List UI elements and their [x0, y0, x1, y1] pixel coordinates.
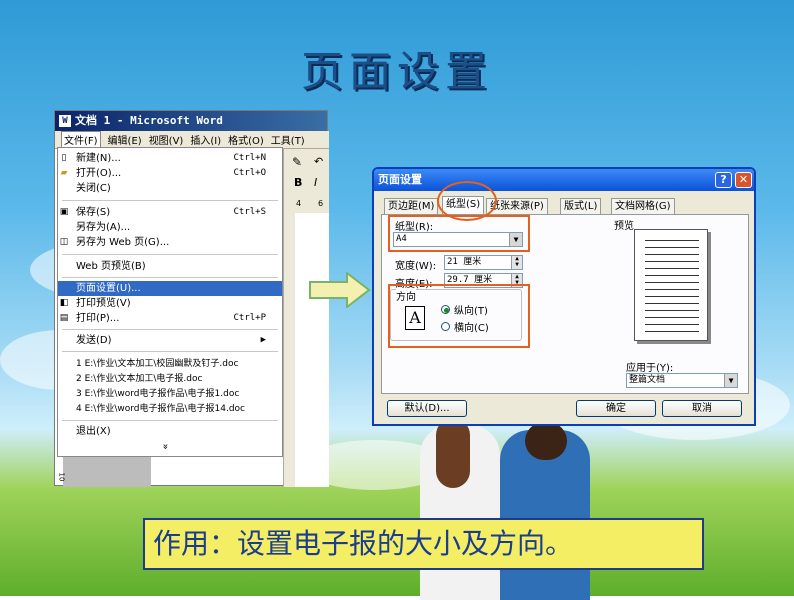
preview-line	[645, 282, 699, 283]
bold-button[interactable]: B	[294, 176, 302, 189]
caption-box: 作用：设置电子报的大小及方向。	[143, 518, 704, 570]
preview-line	[645, 296, 699, 297]
apply-to-label: 应用于(Y):	[626, 363, 674, 374]
menu-item-save-web[interactable]: ◫ 另存为 Web 页(G)...	[58, 235, 282, 250]
menu-separator	[62, 200, 278, 201]
help-button[interactable]: ?	[715, 172, 732, 188]
open-folder-icon: ▰	[60, 168, 68, 178]
side-ruler-label: 10	[57, 472, 66, 482]
menu-separator	[62, 329, 278, 330]
document-area[interactable]	[295, 213, 329, 487]
tab-document-grid[interactable]: 文档网格(G)	[611, 198, 675, 214]
paper-size-highlight	[388, 215, 530, 252]
italic-button[interactable]: I	[314, 176, 317, 189]
cancel-button[interactable]: 取消	[662, 400, 742, 417]
submenu-arrow-icon: ▶	[260, 335, 266, 345]
menu-format[interactable]: 格式(O)	[228, 132, 264, 147]
file-menu: ▯ 新建(N)... Ctrl+N ▰ 打开(O)... Ctrl+O 关闭(C) ▣ 保…	[57, 147, 283, 457]
dropdown-arrow-icon[interactable]: ▼	[724, 374, 737, 387]
brush-icon[interactable]: ✎	[292, 155, 302, 169]
width-input[interactable]: 21 厘米 ▲ ▼	[444, 255, 523, 270]
menu-item-page-setup[interactable]: 页面设置(U)...	[58, 281, 282, 296]
preview-line	[645, 324, 699, 325]
tab-layout[interactable]: 版式(L)	[560, 198, 602, 214]
menu-item-web-preview[interactable]: Web 页预览(B)	[58, 259, 282, 274]
ok-button[interactable]: 确定	[576, 400, 656, 417]
menu-item-close[interactable]: 关闭(C)	[58, 181, 282, 196]
menu-item-save[interactable]: ▣ 保存(S) Ctrl+S	[58, 205, 282, 220]
recent-file-3[interactable]: 3 E:\作业\word电子报作品\电子报1.doc	[58, 387, 282, 402]
preview-line	[645, 303, 699, 304]
menu-separator	[62, 420, 278, 421]
apply-to-select[interactable]: 整篇文档 ▼	[626, 373, 738, 388]
orientation-highlight	[388, 284, 530, 348]
menu-insert[interactable]: 插入(I)	[190, 132, 221, 147]
web-page-icon: ◫	[59, 237, 69, 247]
word-title-bar: W 文档 1 - Microsoft Word	[55, 111, 327, 131]
menu-separator	[62, 254, 278, 255]
word-title: 文档 1 - Microsoft Word	[75, 114, 223, 127]
menu-item-save-as[interactable]: 另存为(A)...	[58, 220, 282, 235]
preview-line	[645, 310, 699, 311]
preview-line	[645, 275, 699, 276]
expand-menu-icon[interactable]: »	[160, 443, 171, 449]
print-icon: ▤	[59, 313, 69, 323]
preview-line	[645, 268, 699, 269]
slide-title: 页面设置	[300, 47, 493, 96]
menu-edit[interactable]: 编辑(E)	[108, 132, 142, 147]
girl-hair	[436, 418, 470, 488]
page-preview	[634, 229, 708, 341]
menu-view[interactable]: 视图(V)	[149, 132, 184, 147]
boy-hair	[525, 422, 567, 460]
default-button[interactable]: 默认(D)...	[387, 400, 467, 417]
menu-file[interactable]: 文件(F)	[61, 131, 101, 148]
status-area	[63, 457, 151, 487]
menu-item-print-preview[interactable]: ◧ 打印预览(V)	[58, 296, 282, 311]
menu-item-send[interactable]: 发送(D) ▶	[58, 333, 282, 348]
width-value: 21 厘米	[447, 257, 482, 267]
menu-separator	[62, 351, 278, 352]
menu-item-print[interactable]: ▤ 打印(P)... Ctrl+P	[58, 311, 282, 326]
preview-line	[645, 240, 699, 241]
pointer-arrow-icon	[309, 272, 371, 308]
undo-icon[interactable]: ↶	[314, 155, 323, 168]
menu-tools[interactable]: 工具(T)	[271, 132, 305, 147]
preview-line	[645, 247, 699, 248]
width-spinner-icon[interactable]: ▲ ▼	[511, 256, 522, 269]
ruler-tick: 6	[318, 199, 324, 208]
recent-file-1[interactable]: 1 E:\作业\文本加工\校园幽默及钉子.doc	[58, 357, 282, 372]
menu-item-exit[interactable]: 退出(X)	[58, 424, 282, 439]
print-preview-icon: ◧	[59, 298, 69, 308]
preview-line	[645, 254, 699, 255]
preview-line	[645, 261, 699, 262]
menu-item-new[interactable]: ▯ 新建(N)... Ctrl+N	[58, 151, 282, 166]
word-app-icon: W	[59, 115, 71, 127]
preview-label: 预览	[614, 221, 634, 232]
width-label: 宽度(W):	[395, 261, 437, 272]
new-doc-icon: ▯	[61, 153, 67, 163]
tab-margins[interactable]: 页边距(M)	[384, 198, 439, 214]
menu-separator	[62, 277, 278, 278]
recent-file-4[interactable]: 4 E:\作业\word电子报作品\电子报14.doc	[58, 402, 282, 417]
ruler-tick: 4	[296, 199, 302, 208]
apply-to-value: 整篇文档	[629, 375, 666, 385]
paper-tab-highlight	[437, 181, 497, 221]
preview-line	[645, 289, 699, 290]
preview-line	[645, 317, 699, 318]
dialog-title-bar: 页面设置 ? ✕	[374, 169, 754, 191]
preview-line	[645, 331, 699, 332]
recent-file-2[interactable]: 2 E:\作业\文本加工\电子报.doc	[58, 372, 282, 387]
close-button[interactable]: ✕	[735, 172, 752, 188]
dialog-title: 页面设置	[378, 173, 422, 186]
menu-item-open[interactable]: ▰ 打开(O)... Ctrl+O	[58, 166, 282, 181]
save-icon: ▣	[59, 207, 69, 217]
